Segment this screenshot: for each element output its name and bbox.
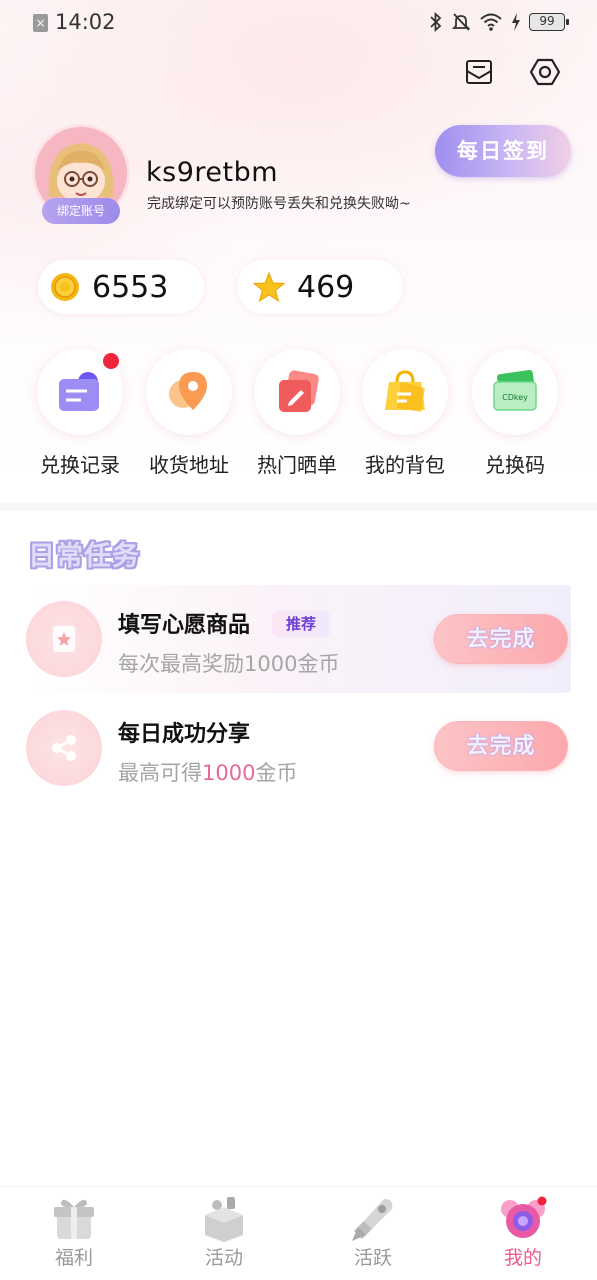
daily-signin-button[interactable]: 每日签到	[435, 125, 571, 177]
charging-icon	[512, 13, 520, 31]
nav-label: 我的	[503, 1247, 542, 1269]
profile-page: × 14:02 99 绑定账号 ks9retbm 完成绑定可以预防账号丢失和兑换…	[0, 0, 597, 1280]
nav-item-mine[interactable]: 我的	[473, 1195, 573, 1270]
exchange-record-icon	[59, 372, 99, 411]
wifi-icon	[480, 13, 502, 31]
status-bar: × 14:02 99	[0, 0, 597, 48]
task-go-label: 去完成	[466, 627, 536, 652]
quick-action-hot-posts[interactable]: 热门晒单	[252, 349, 342, 479]
task-desc: 最高可得1000金币	[118, 757, 297, 787]
bind-tip-text: 完成绑定可以预防账号丢失和兑换失败呦~	[147, 196, 411, 212]
avatar[interactable]: 绑定账号	[32, 124, 130, 224]
share-icon	[26, 710, 102, 786]
stars-stat[interactable]: 469	[237, 260, 403, 314]
gift-box-icon	[49, 1195, 99, 1243]
task-title: 每日成功分享	[118, 722, 251, 747]
task-desc-highlight: 1000	[202, 761, 256, 785]
battery-level: 99	[539, 14, 555, 28]
rocket-icon	[348, 1195, 398, 1243]
task-title: 填写心愿商品	[118, 613, 251, 638]
bottom-nav: 福利 活动 活跃 我的	[0, 1186, 597, 1280]
cdkey-card-icon: CDkey	[493, 370, 537, 411]
task-go-button[interactable]: 去完成	[434, 614, 568, 664]
location-pin-icon	[169, 372, 207, 410]
coins-value: 6553	[92, 269, 169, 305]
task-desc-suffix: 金币	[255, 761, 298, 785]
bind-account-badge[interactable]: 绑定账号	[42, 198, 120, 224]
daily-tasks-title: 日常任务	[28, 541, 140, 572]
activity-box-icon	[199, 1195, 249, 1243]
nav-item-welfare[interactable]: 福利	[24, 1195, 124, 1270]
quick-action-backpack[interactable]: 我的背包	[360, 349, 450, 479]
settings-icon[interactable]	[529, 56, 561, 88]
star-icon	[253, 272, 285, 302]
quick-action-redeem-code[interactable]: CDkey 兑换码	[470, 349, 560, 479]
battery-icon: 99	[529, 13, 569, 31]
bluetooth-icon	[430, 12, 442, 32]
notification-dot	[103, 353, 119, 369]
quick-action-address[interactable]: 收货地址	[144, 349, 234, 479]
quick-action-label: 兑换记录	[40, 453, 120, 477]
quick-action-label: 热门晒单	[257, 453, 337, 477]
svg-text:CDkey: CDkey	[502, 393, 528, 402]
shopping-bag-icon	[385, 370, 425, 412]
section-divider	[0, 503, 597, 511]
nav-label: 活动	[204, 1247, 243, 1269]
task-go-button[interactable]: 去完成	[434, 721, 568, 771]
task-desc: 每次最高奖励1000金币	[118, 652, 340, 676]
quick-action-exchange-record[interactable]: 兑换记录	[35, 349, 125, 479]
mail-icon[interactable]	[463, 56, 495, 88]
notification-x-icon: ×	[33, 14, 48, 32]
task-item-share: 每日成功分享 最高可得1000金币 去完成	[26, 694, 571, 802]
recommend-badge: 推荐	[272, 611, 331, 637]
wish-star-icon	[26, 601, 102, 677]
coin-icon	[51, 273, 79, 301]
quick-action-label: 收货地址	[149, 453, 229, 477]
coins-stat[interactable]: 6553	[38, 260, 204, 314]
quick-action-label: 兑换码	[485, 453, 545, 477]
nav-item-activity[interactable]: 活动	[174, 1195, 274, 1270]
task-item-wishlist: 填写心愿商品 推荐 每次最高奖励1000金币 去完成	[26, 585, 571, 693]
username: ks9retbm	[146, 157, 279, 188]
bell-muted-icon	[451, 13, 471, 31]
quick-action-label: 我的背包	[365, 453, 445, 477]
status-time: 14:02	[55, 10, 116, 34]
task-go-label: 去完成	[466, 734, 536, 759]
profile-candy-icon	[498, 1195, 548, 1243]
nav-label: 活跃	[353, 1247, 392, 1269]
edit-note-icon	[279, 370, 319, 412]
nav-item-active[interactable]: 活跃	[323, 1195, 423, 1270]
task-desc-prefix: 最高可得	[118, 761, 202, 785]
nav-label: 福利	[54, 1247, 93, 1269]
stars-value: 469	[297, 269, 355, 305]
